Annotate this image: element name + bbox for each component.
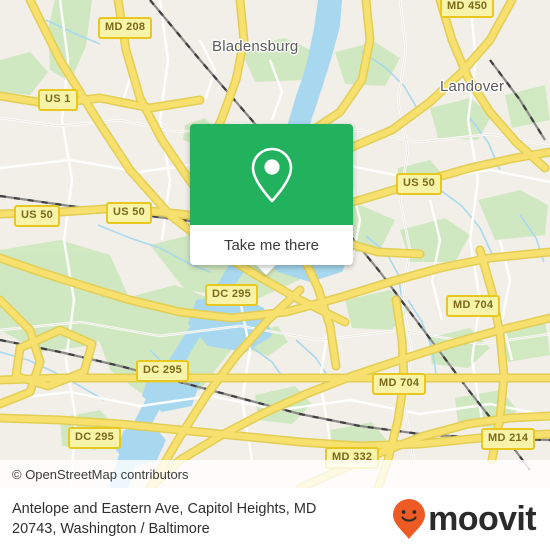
map-attribution-bar: © OpenStreetMap contributors [0, 460, 550, 488]
road-shield-md-704-east: MD 704 [446, 295, 501, 317]
road-shield-md-208: MD 208 [98, 17, 153, 39]
popup-card-header [190, 124, 353, 225]
road-shield-md-704-south: MD 704 [372, 373, 427, 395]
attribution-text[interactable]: © OpenStreetMap contributors [0, 467, 189, 482]
address-block: Antelope and Eastern Ave, Capitol Height… [12, 499, 316, 539]
address-line-2: 20743, Washington / Baltimore [12, 521, 210, 537]
moovit-wordmark: moovit [428, 500, 536, 538]
road-shield-md-214: MD 214 [481, 428, 536, 450]
address-line-1: Antelope and Eastern Ave, Capitol Height… [12, 501, 317, 517]
road-shield-dc-295-lower: DC 295 [68, 427, 122, 449]
moovit-smiley-pin-icon [393, 499, 426, 539]
road-shield-us-50-east: US 50 [396, 173, 443, 195]
road-shield-us-50-mid: US 50 [106, 202, 153, 224]
road-shield-md-450: MD 450 [440, 0, 495, 18]
road-shield-dc-295-mid: DC 295 [136, 360, 190, 382]
destination-popup-card[interactable]: Take me there [190, 124, 353, 265]
road-shield-dc-295-upper: DC 295 [205, 284, 259, 306]
map-pin-icon [251, 147, 292, 202]
moovit-map-screenshot: Bladensburg Landover MD 450 MD 208 US 1 … [0, 0, 550, 550]
take-me-there-button[interactable]: Take me there [190, 225, 353, 265]
map-canvas[interactable]: Bladensburg Landover MD 450 MD 208 US 1 … [0, 0, 550, 488]
road-shield-us-50-west: US 50 [14, 205, 61, 227]
popup-card-tail [255, 264, 277, 275]
footer-bar: Antelope and Eastern Ave, Capitol Height… [0, 488, 550, 550]
road-shield-us-1: US 1 [38, 89, 78, 111]
moovit-brand-logo[interactable]: moovit [392, 498, 537, 540]
